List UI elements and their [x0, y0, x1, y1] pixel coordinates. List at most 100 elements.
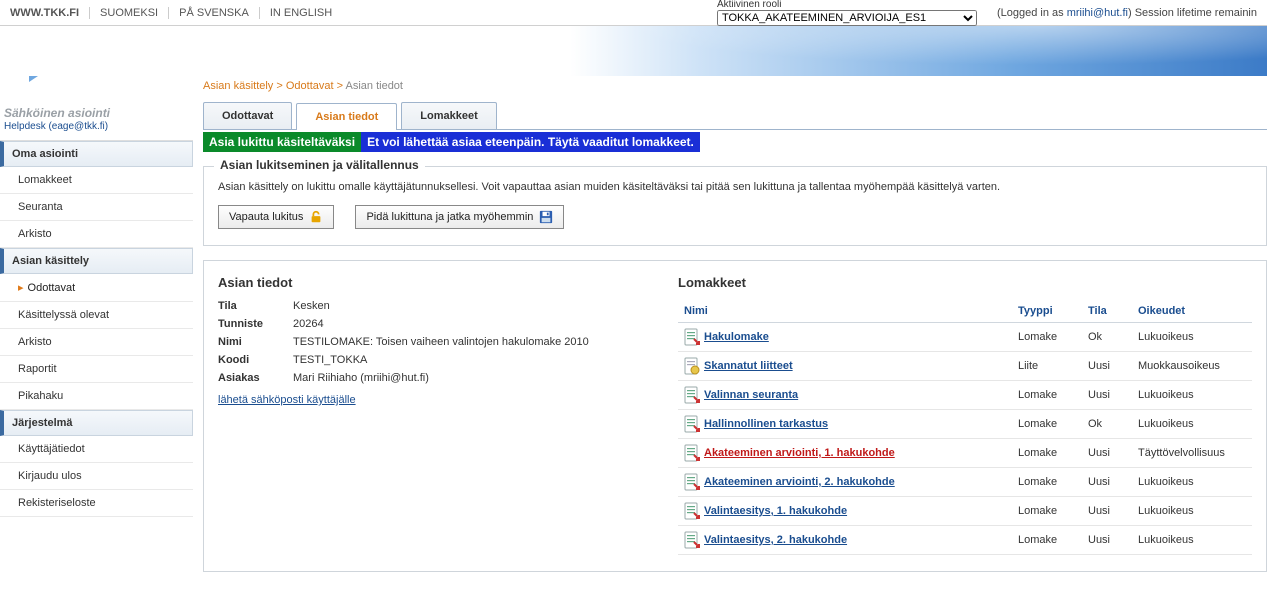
nav-header-jarjestelma[interactable]: Järjestelmä [0, 410, 193, 436]
user-link[interactable]: mriihi@hut.fi [1067, 7, 1128, 19]
form-icon [684, 444, 700, 462]
col-tyyppi[interactable]: Tyyppi [1012, 300, 1082, 323]
helpdesk-link[interactable]: Helpdesk (eage@tkk.fi) [4, 121, 108, 132]
detail-koodi: TESTI_TOKKA [293, 354, 367, 366]
cell-type: Lomake [1012, 410, 1082, 439]
cell-type: Lomake [1012, 439, 1082, 468]
nav-item[interactable]: Rekisteriseloste [0, 490, 193, 517]
table-row: Akateeminen arviointi, 2. hakukohde Lomak… [678, 468, 1252, 497]
cell-state: Ok [1082, 410, 1132, 439]
service-title: Sähköinen asiointi [4, 106, 189, 120]
main-content: Asian käsittely > Odottavat > Asian tied… [193, 76, 1267, 606]
table-row: Valintaesitys, 1. hakukohdeLomakeUusiLuk… [678, 497, 1252, 526]
arrow-right-icon: ▸ [18, 282, 24, 294]
message-bar: Asia lukittu käsiteltäväksi Et voi lähet… [203, 132, 1267, 152]
nav-header-oma-asiointi[interactable]: Oma asiointi [0, 141, 193, 167]
form-icon [684, 386, 700, 404]
col-nimi[interactable]: Nimi [678, 300, 1012, 323]
left-column: TKK Sähköinen asiointi Helpdesk (eage@tk… [0, 76, 193, 606]
nav-item[interactable]: Arkisto [0, 221, 193, 248]
cell-type: Lomake [1012, 526, 1082, 555]
cell-rights: Lukuoikeus [1132, 526, 1252, 555]
crumb-link[interactable]: Odottavat [286, 80, 334, 92]
tab-bar: Odottavat Asian tiedot Lomakkeet [203, 102, 1267, 130]
tab-lomakkeet[interactable]: Lomakkeet [401, 102, 496, 129]
table-row: Valintaesitys, 2. hakukohde LomakeUusiLuk… [678, 526, 1252, 555]
nav-item-odottavat[interactable]: ▸Odottavat [0, 274, 193, 302]
nav-item[interactable]: Lomakkeet [0, 167, 193, 194]
form-link[interactable]: Akateeminen arviointi, 1. hakukohde [704, 447, 895, 459]
lock-desc: Asian käsittely on lukittu omalle käyttä… [218, 181, 1252, 193]
breadcrumb: Asian käsittely > Odottavat > Asian tied… [203, 76, 1267, 102]
tab-asian-tiedot[interactable]: Asian tiedot [296, 103, 397, 130]
cell-type: Lomake [1012, 468, 1082, 497]
login-info: (Logged in as mriihi@hut.fi) Session lif… [997, 7, 1257, 19]
form-link[interactable]: Skannatut liitteet [704, 360, 793, 372]
cell-state: Uusi [1082, 497, 1132, 526]
save-icon [539, 210, 553, 224]
lang-fi[interactable]: SUOMEKSI [89, 7, 168, 19]
lang-sv[interactable]: PÅ SVENSKA [168, 7, 259, 19]
cell-rights: Lukuoikeus [1132, 468, 1252, 497]
col-tila[interactable]: Tila [1082, 300, 1132, 323]
role-select[interactable]: TOKKA_AKATEEMINEN_ARVIOIJA_ES1 [717, 10, 977, 26]
table-row: Valinnan seurantaLomakeUusiLukuoikeus [678, 381, 1252, 410]
forms-heading: Lomakkeet [678, 275, 1252, 290]
form-icon [684, 328, 700, 346]
cell-state: Uusi [1082, 352, 1132, 381]
lang-en[interactable]: IN ENGLISH [259, 7, 342, 19]
cell-rights: Muokkausoikeus [1132, 352, 1252, 381]
cell-rights: Lukuoikeus [1132, 410, 1252, 439]
details-fieldset: Asian tiedot TilaKesken Tunniste20264 Ni… [203, 260, 1267, 572]
nav-item[interactable]: Kirjaudu ulos [0, 463, 193, 490]
cell-type: Liite [1012, 352, 1082, 381]
send-email-link[interactable]: lähetä sähköposti käyttäjälle [218, 394, 356, 406]
cell-type: Lomake [1012, 381, 1082, 410]
cell-state: Uusi [1082, 526, 1132, 555]
cell-type: Lomake [1012, 497, 1082, 526]
cell-rights: Lukuoikeus [1132, 381, 1252, 410]
cell-type: Lomake [1012, 323, 1082, 352]
detail-asiakas: Mari Riihiaho (mriihi@hut.fi) [293, 372, 429, 384]
crumb-current: Asian tiedot [346, 80, 403, 92]
nav-item[interactable]: Arkisto [0, 329, 193, 356]
form-icon [684, 473, 700, 491]
release-lock-button[interactable]: Vapauta lukitus [218, 205, 334, 229]
details-column: Asian tiedot TilaKesken Tunniste20264 Ni… [218, 275, 648, 555]
cell-state: Uusi [1082, 439, 1132, 468]
nav-item[interactable]: Käsittelyssä olevat [0, 302, 193, 329]
form-link[interactable]: Valintaesitys, 1. hakukohde [704, 505, 847, 517]
status-locked: Asia lukittu käsiteltäväksi [203, 132, 361, 152]
form-link[interactable]: Hakulomake [704, 331, 769, 343]
nav-item[interactable]: Raportit [0, 356, 193, 383]
col-oikeudet[interactable]: Oikeudet [1132, 300, 1252, 323]
form-link[interactable]: Akateeminen arviointi, 2. hakukohde [704, 476, 895, 488]
forms-table: Nimi Tyyppi Tila Oikeudet Hakulomake Loma… [678, 300, 1252, 555]
site-link[interactable]: WWW.TKK.FI [10, 7, 79, 19]
detail-nimi: TESTILOMAKE: Toisen vaiheen valintojen h… [293, 336, 589, 348]
crumb-link[interactable]: Asian käsittely [203, 80, 273, 92]
table-row: Akateeminen arviointi, 1. hakukohde Lomak… [678, 439, 1252, 468]
service-title-block: Sähköinen asiointi Helpdesk (eage@tkk.fi… [0, 104, 193, 140]
cell-rights: Lukuoikeus [1132, 323, 1252, 352]
detail-tila: Kesken [293, 300, 330, 312]
header-wave [0, 26, 1267, 76]
form-icon [684, 531, 700, 549]
lock-fieldset: Asian lukitseminen ja välitallennus Asia… [203, 166, 1267, 246]
keep-lock-button[interactable]: Pidä lukittuna ja jatka myöhemmin [355, 205, 564, 229]
role-box: Aktiivinen rooli TOKKA_AKATEEMINEN_ARVIO… [717, 0, 977, 26]
cell-state: Ok [1082, 323, 1132, 352]
table-row: Hallinnollinen tarkastus LomakeOkLukuoike… [678, 410, 1252, 439]
nav-item[interactable]: Pikahaku [0, 383, 193, 410]
form-link[interactable]: Valintaesitys, 2. hakukohde [704, 534, 847, 546]
nav-item[interactable]: Seuranta [0, 194, 193, 221]
nav-header-asian-kasittely[interactable]: Asian käsittely [0, 248, 193, 274]
form-link[interactable]: Hallinnollinen tarkastus [704, 418, 828, 430]
tab-odottavat[interactable]: Odottavat [203, 102, 292, 129]
role-label: Aktiivinen rooli [717, 0, 977, 10]
cell-state: Uusi [1082, 468, 1132, 497]
nav-item[interactable]: Käyttäjätiedot [0, 436, 193, 463]
form-link[interactable]: Valinnan seuranta [704, 389, 798, 401]
attachment-icon [684, 357, 700, 375]
status-warning: Et voi lähettää asiaa eteenpäin. Täytä v… [361, 132, 700, 152]
